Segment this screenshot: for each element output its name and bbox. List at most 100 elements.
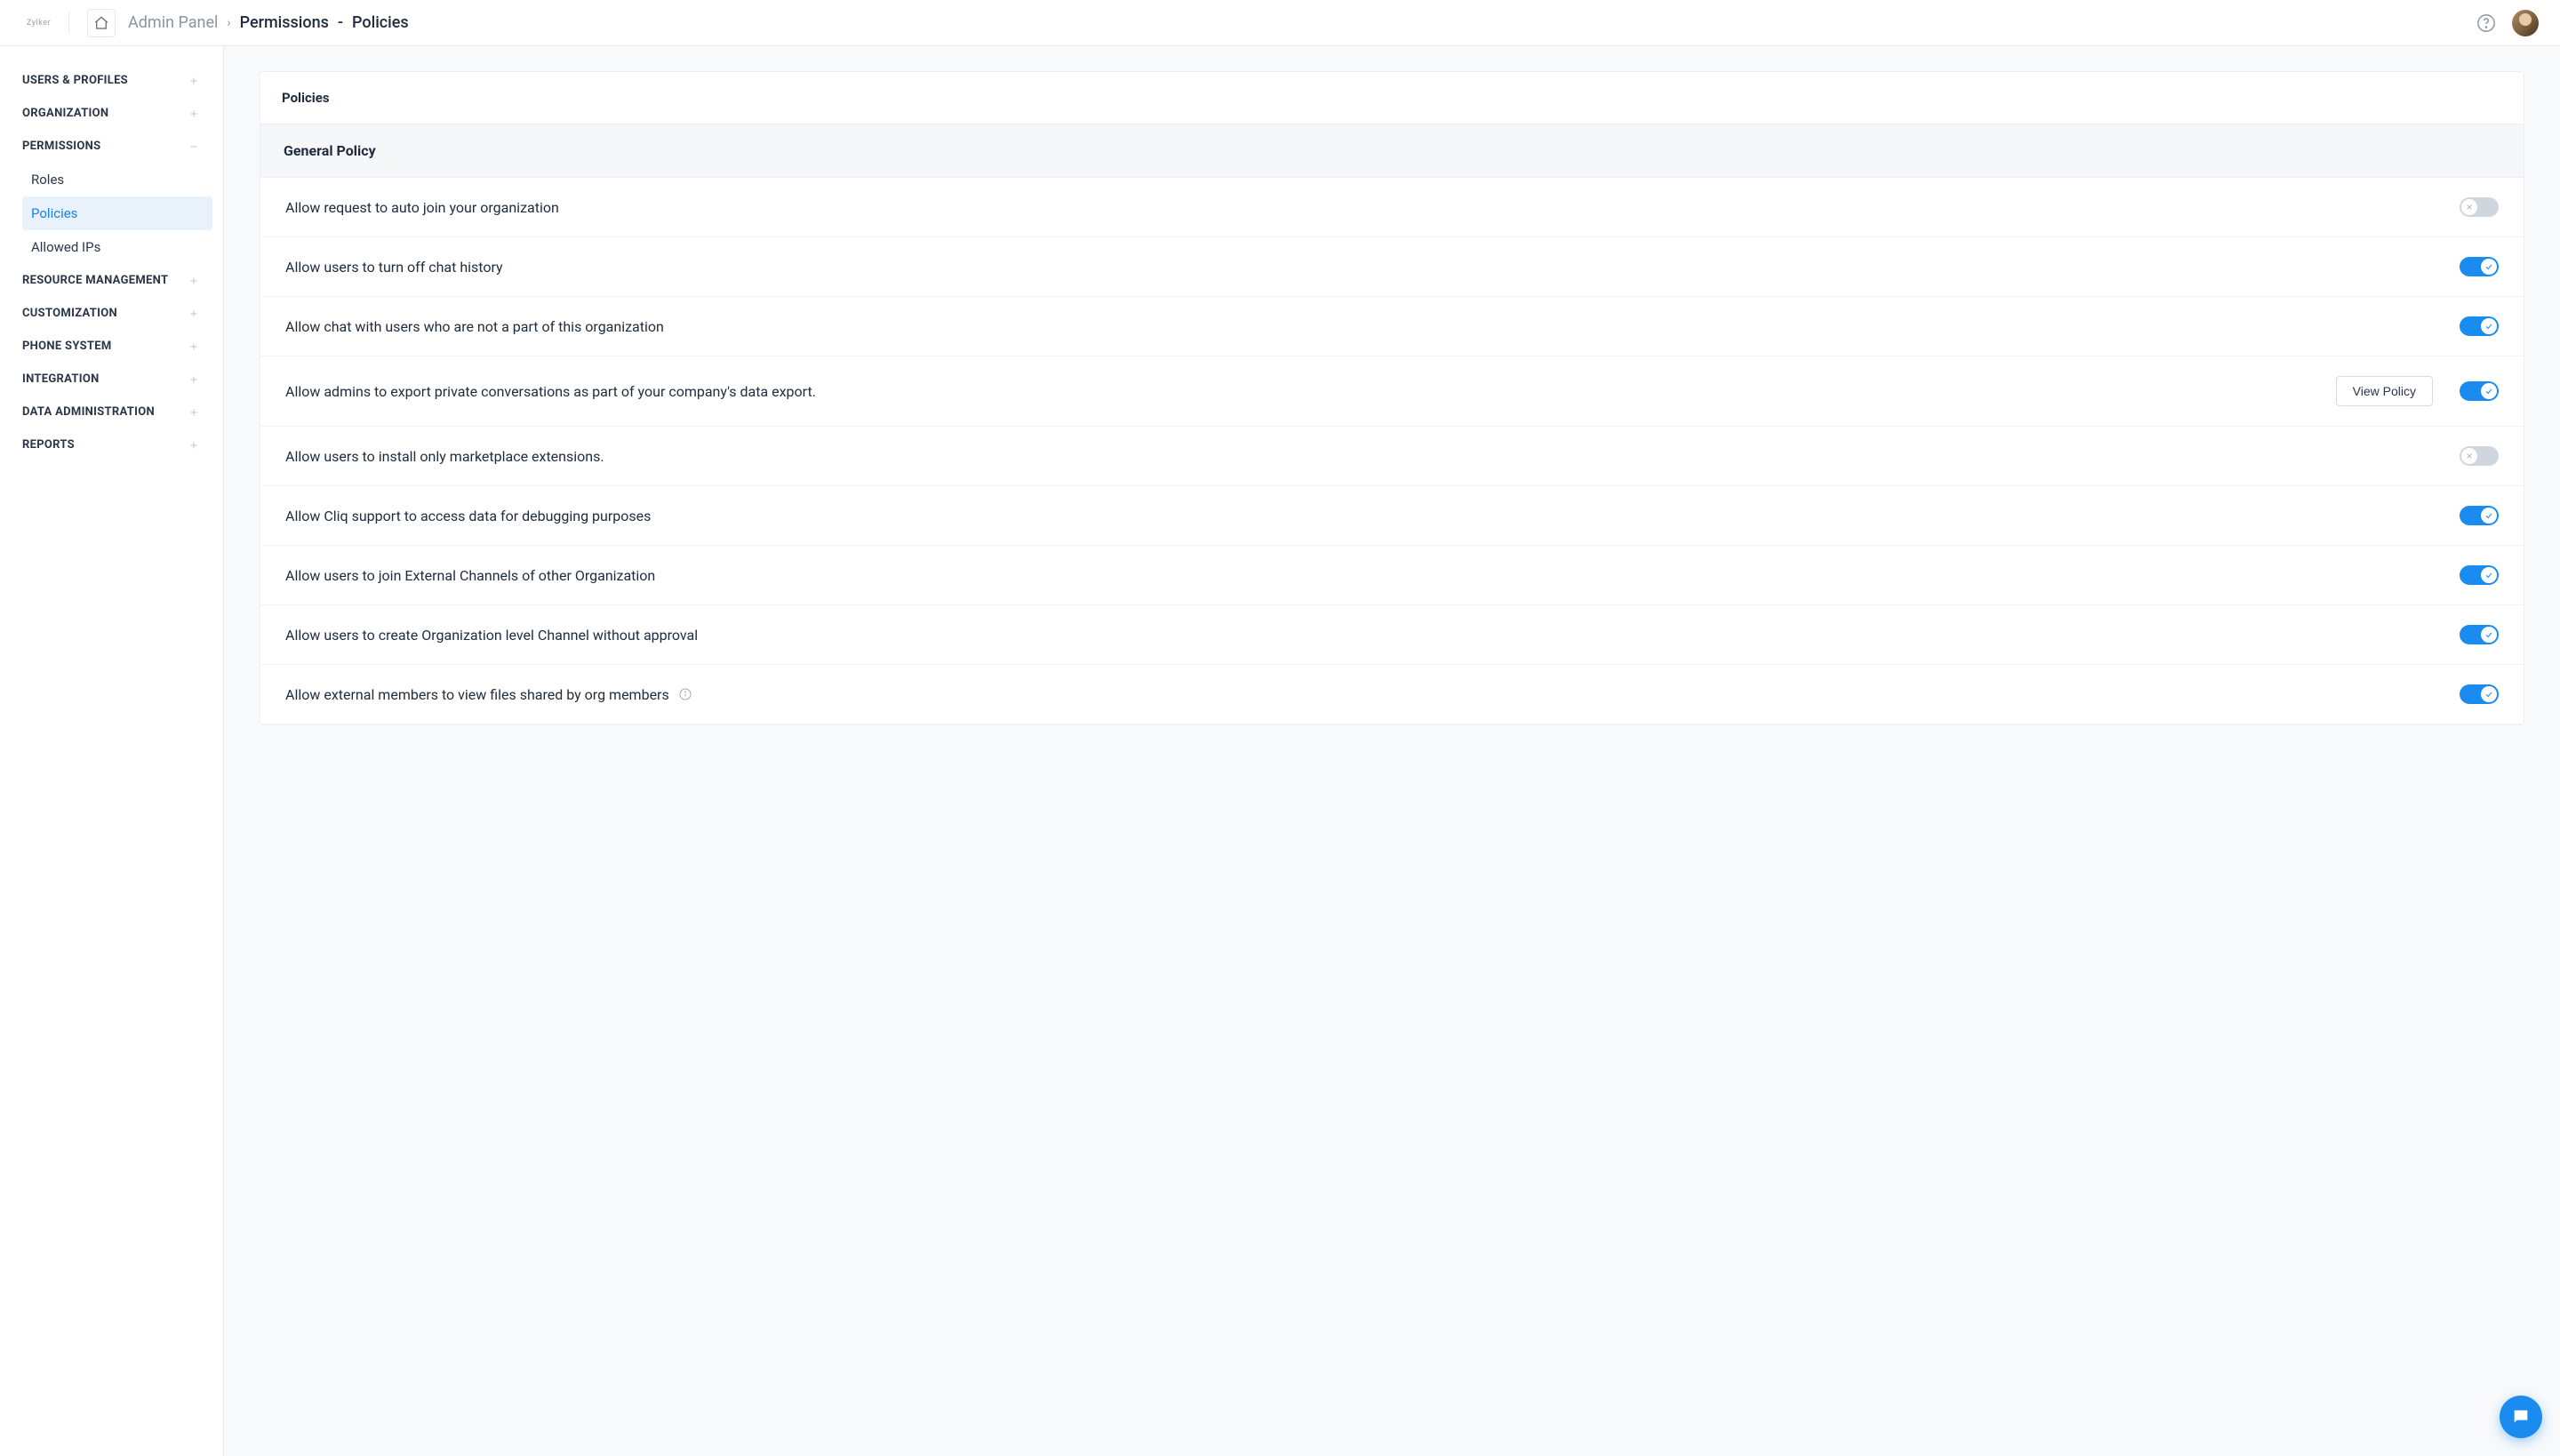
policy-toggle[interactable] [2460, 197, 2499, 217]
app-logo: Zylker [27, 12, 69, 34]
policy-row: Allow users to install only marketplace … [260, 427, 2524, 486]
sidebar-section-resource-management[interactable]: RESOURCE MANAGEMENT [0, 264, 212, 297]
home-icon [93, 15, 109, 31]
policy-label: Allow request to auto join your organiza… [285, 199, 2460, 216]
home-button[interactable] [87, 9, 116, 37]
sidebar-item-allowed-ips[interactable]: Allowed IPs [22, 230, 212, 264]
breadcrumb-mid[interactable]: Permissions [240, 13, 329, 32]
header: Zylker Admin Panel › Permissions - Polic… [0, 0, 2560, 46]
policy-toggle[interactable] [2460, 316, 2499, 336]
policies-card: Policies General Policy Allow request to… [260, 71, 2524, 725]
sidebar-section-label: REPORTS [22, 438, 75, 452]
policy-label: Allow admins to export private conversat… [285, 383, 2336, 400]
policy-row: Allow admins to export private conversat… [260, 356, 2524, 427]
row-controls [2460, 316, 2499, 336]
plus-icon [188, 406, 200, 419]
plus-icon [188, 75, 200, 87]
sidebar-section-label: PHONE SYSTEM [22, 340, 112, 353]
row-controls [2460, 197, 2499, 217]
policy-label: Allow Cliq support to access data for de… [285, 508, 2460, 524]
sidebar-section-label: PERMISSIONS [22, 140, 100, 153]
breadcrumb: Admin Panel › Permissions - Policies [128, 13, 409, 32]
sidebar-item-policies[interactable]: Policies [22, 196, 212, 230]
row-controls: View Policy [2336, 376, 2499, 406]
check-icon [2481, 686, 2497, 702]
policy-label-text: Allow Cliq support to access data for de… [285, 508, 651, 524]
section-header: General Policy [260, 124, 2524, 178]
policy-label: Allow users to turn off chat history [285, 259, 2460, 276]
card-title: Policies [282, 90, 2502, 106]
policy-row: Allow users to join External Channels of… [260, 546, 2524, 605]
policy-row: Allow request to auto join your organiza… [260, 178, 2524, 237]
policy-label-text: Allow users to install only marketplace … [285, 448, 604, 465]
avatar[interactable] [2512, 10, 2539, 36]
view-policy-button[interactable]: View Policy [2336, 376, 2433, 406]
plus-icon [188, 108, 200, 120]
policy-label: Allow external members to view files sha… [285, 686, 2460, 703]
check-icon [2481, 627, 2497, 643]
policy-toggle[interactable] [2460, 257, 2499, 276]
info-icon[interactable] [678, 687, 692, 701]
sidebar-section-label: RESOURCE MANAGEMENT [22, 274, 168, 287]
sidebar-section-label: CUSTOMIZATION [22, 307, 117, 320]
chevron-right-icon: › [227, 16, 230, 30]
policy-label: Allow users to join External Channels of… [285, 567, 2460, 584]
sidebar-item-roles[interactable]: Roles [22, 163, 212, 196]
policy-toggle[interactable] [2460, 446, 2499, 466]
chat-fab[interactable] [2500, 1396, 2542, 1438]
policy-toggle[interactable] [2460, 506, 2499, 525]
policy-label-text: Allow users to join External Channels of… [285, 567, 655, 584]
main-content: Policies General Policy Allow request to… [224, 46, 2560, 1456]
sidebar-section-integration[interactable]: INTEGRATION [0, 363, 212, 396]
sidebar-section-reports[interactable]: REPORTS [0, 428, 212, 461]
sidebar-section-customization[interactable]: CUSTOMIZATION [0, 297, 212, 330]
row-controls [2460, 565, 2499, 585]
sidebar-section-data-administration[interactable]: DATA ADMINISTRATION [0, 396, 212, 428]
section-title: General Policy [284, 142, 2500, 159]
row-controls [2460, 684, 2499, 704]
policy-row: Allow external members to view files sha… [260, 665, 2524, 724]
close-icon [2461, 199, 2477, 215]
sidebar-section-phone-system[interactable]: PHONE SYSTEM [0, 330, 212, 363]
sidebar-section-organization[interactable]: ORGANIZATION [0, 97, 212, 130]
policy-toggle[interactable] [2460, 625, 2499, 644]
check-icon [2481, 259, 2497, 275]
breadcrumb-root[interactable]: Admin Panel [128, 13, 218, 32]
sidebar-section-permissions[interactable]: PERMISSIONS [0, 130, 212, 163]
check-icon [2481, 383, 2497, 399]
card-header: Policies [260, 72, 2524, 124]
sidebar-section-label: USERS & PROFILES [22, 74, 128, 87]
check-icon [2481, 318, 2497, 334]
help-icon [2476, 13, 2496, 33]
breadcrumb-leaf: Policies [352, 13, 409, 32]
policy-toggle[interactable] [2460, 684, 2499, 704]
policy-label-text: Allow users to create Organization level… [285, 627, 698, 644]
plus-icon [188, 308, 200, 320]
sidebar-section-label: DATA ADMINISTRATION [22, 405, 155, 419]
policy-row: Allow users to create Organization level… [260, 605, 2524, 665]
minus-icon [188, 140, 200, 153]
help-button[interactable] [2476, 13, 2496, 33]
row-controls [2460, 506, 2499, 525]
row-controls [2460, 446, 2499, 466]
policy-label-text: Allow chat with users who are not a part… [285, 318, 664, 335]
policy-row: Allow Cliq support to access data for de… [260, 486, 2524, 546]
logo-text: Zylker [27, 19, 51, 28]
row-controls [2460, 257, 2499, 276]
policy-label-text: Allow admins to export private conversat… [285, 383, 816, 400]
policy-row: Allow chat with users who are not a part… [260, 297, 2524, 356]
sidebar-section-users-profiles[interactable]: USERS & PROFILES [0, 64, 212, 97]
policy-row: Allow users to turn off chat history [260, 237, 2524, 297]
policy-label: Allow users to install only marketplace … [285, 448, 2460, 465]
policy-label-text: Allow request to auto join your organiza… [285, 199, 559, 216]
sidebar-section-label: INTEGRATION [22, 372, 100, 386]
close-icon [2461, 448, 2477, 464]
policy-label: Allow chat with users who are not a part… [285, 318, 2460, 335]
plus-icon [188, 373, 200, 386]
sidebar: USERS & PROFILES ORGANIZATION PERMISSIONS R… [0, 46, 224, 1456]
chat-icon [2511, 1407, 2531, 1427]
policy-toggle[interactable] [2460, 381, 2499, 401]
policy-toggle[interactable] [2460, 565, 2499, 585]
policy-label-text: Allow users to turn off chat history [285, 259, 503, 276]
plus-icon [188, 340, 200, 353]
